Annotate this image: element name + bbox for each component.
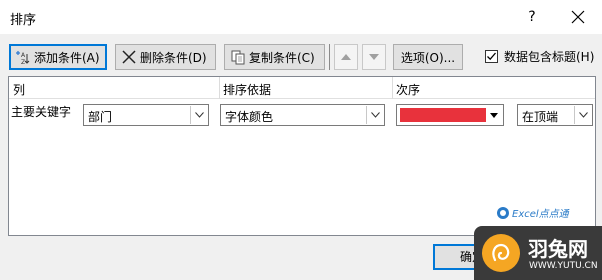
column-select-dropdown[interactable] bbox=[190, 106, 207, 124]
header-column: 列 bbox=[13, 83, 26, 97]
header-checkbox[interactable] bbox=[485, 50, 498, 63]
sort-on-select-dropdown[interactable] bbox=[366, 106, 383, 124]
options-button[interactable]: 选项(O)... bbox=[393, 44, 463, 70]
close-button[interactable] bbox=[566, 5, 590, 29]
add-condition-button[interactable]: A Z 添加条件(A) bbox=[9, 44, 107, 70]
sort-on-select-value: 字体颜色 bbox=[225, 110, 274, 124]
delete-condition-button[interactable]: 删除条件(D) bbox=[115, 44, 216, 70]
position-select[interactable]: 在顶端 bbox=[517, 104, 593, 126]
move-up-icon bbox=[341, 54, 351, 60]
toolbar-separator bbox=[329, 44, 330, 70]
help-button[interactable]: ? bbox=[521, 6, 543, 28]
position-select-dropdown[interactable] bbox=[574, 106, 591, 124]
column-select[interactable]: 部门 bbox=[83, 104, 209, 126]
color-select[interactable] bbox=[396, 104, 504, 126]
column-select-value: 部门 bbox=[88, 110, 113, 124]
header-divider bbox=[219, 77, 220, 99]
add-sort-icon: A Z bbox=[16, 51, 30, 65]
header-sort-on: 排序依据 bbox=[223, 83, 272, 97]
header-checkbox-row[interactable]: 数据包含标题(H) bbox=[485, 48, 594, 65]
header-order: 次序 bbox=[396, 83, 421, 97]
primary-key-label: 主要关键字 bbox=[11, 105, 72, 119]
chevron-down-icon bbox=[195, 112, 204, 118]
add-condition-label: 添加条件(A) bbox=[34, 50, 100, 65]
brand-name: 羽兔网 bbox=[528, 237, 588, 261]
watermark-text: Excel点点通 bbox=[512, 209, 569, 220]
watermark: Excel点点通 bbox=[497, 205, 569, 220]
move-down-button[interactable] bbox=[362, 44, 386, 70]
copy-condition-label: 复制条件(C) bbox=[249, 50, 315, 65]
copy-condition-button[interactable]: 复制条件(C) bbox=[224, 44, 325, 70]
brand-rabbit-icon bbox=[482, 234, 520, 272]
svg-text:A: A bbox=[21, 52, 26, 59]
title-bar: 排序 ? bbox=[0, 0, 602, 34]
sort-level-row[interactable]: 主要关键字 部门 字体颜色 在顶端 bbox=[9, 99, 595, 129]
delete-condition-label: 删除条件(D) bbox=[140, 50, 207, 65]
svg-text:Z: Z bbox=[21, 59, 25, 65]
copy-icon bbox=[231, 50, 245, 65]
position-select-value: 在顶端 bbox=[522, 110, 559, 124]
color-swatch bbox=[400, 108, 488, 122]
header-checkbox-label: 数据包含标题(H) bbox=[504, 50, 595, 64]
watermark-logo-icon bbox=[497, 206, 509, 219]
move-down-icon bbox=[369, 54, 379, 60]
brand-logo: 羽兔网 WWW.YUTU.CN bbox=[474, 226, 602, 280]
chevron-down-icon bbox=[371, 112, 380, 118]
grid-header: 列 排序依据 次序 bbox=[9, 77, 595, 99]
checkmark-icon bbox=[487, 52, 496, 61]
dropdown-triangle-icon bbox=[490, 113, 498, 118]
close-icon bbox=[571, 10, 585, 24]
dialog-title: 排序 bbox=[10, 13, 37, 28]
chevron-down-icon bbox=[579, 112, 588, 118]
toolbar: A Z 添加条件(A) 删除条件(D) 复制条件(C) 选项(O)... 数据包… bbox=[0, 44, 602, 70]
sort-on-select[interactable]: 字体颜色 bbox=[220, 104, 385, 126]
move-up-button[interactable] bbox=[334, 44, 358, 70]
color-select-dropdown[interactable] bbox=[486, 106, 502, 124]
header-divider bbox=[392, 77, 393, 99]
delete-icon bbox=[122, 50, 136, 64]
options-label: 选项(O)... bbox=[400, 50, 456, 65]
sort-levels-grid: 列 排序依据 次序 主要关键字 部门 字体颜色 在顶端 Excel点点通 bbox=[8, 76, 596, 236]
brand-url: WWW.YUTU.CN bbox=[529, 261, 598, 271]
